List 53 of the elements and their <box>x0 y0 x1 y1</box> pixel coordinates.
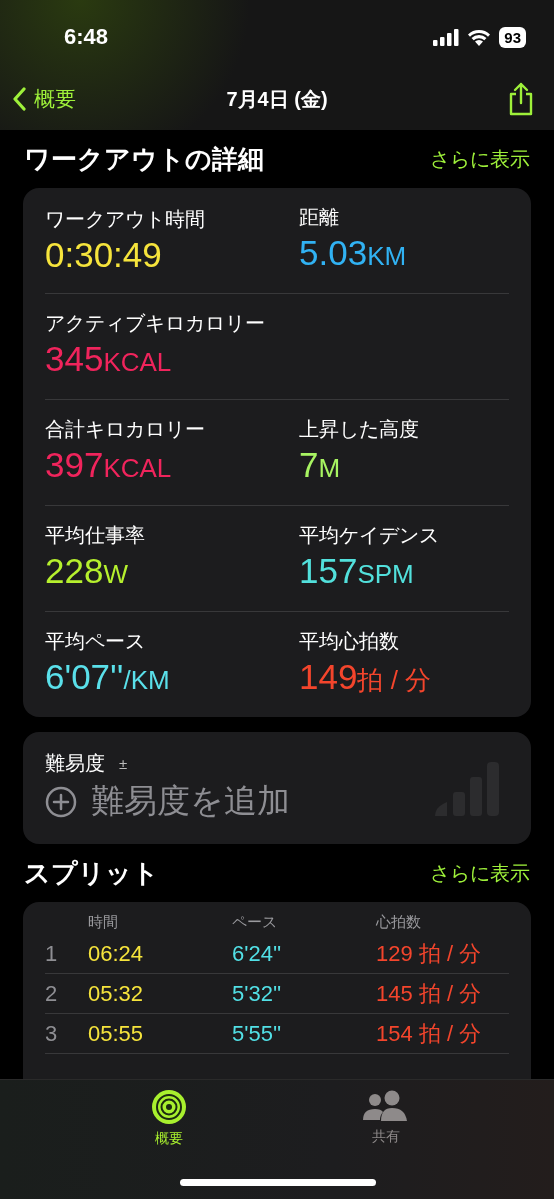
metric-label: 平均心拍数 <box>299 629 400 654</box>
plus-minus-icon: ± <box>119 755 128 772</box>
metric-value: 149拍 / 分 <box>299 656 433 698</box>
split-number: 3 <box>45 1020 59 1047</box>
split-time: 06:24 <box>88 940 145 967</box>
metric-label: ワークアウト時間 <box>45 206 206 232</box>
column-header: 心拍数 <box>376 912 422 932</box>
metric-label: 距離 <box>299 205 340 230</box>
show-more-link[interactable]: さらに表示 <box>430 859 530 887</box>
show-more-link[interactable]: さらに表示 <box>430 145 530 173</box>
split-number: 2 <box>45 980 59 1007</box>
plus-circle-icon <box>45 785 77 818</box>
metric-label: 平均ペース <box>45 629 146 654</box>
difficulty-label: 難易度 <box>45 751 105 776</box>
battery-level: 93 <box>499 26 526 48</box>
split-pace: 6'24'' <box>232 940 283 967</box>
metric-value: 397KCAL <box>45 444 173 486</box>
split-pace: 5'32'' <box>232 980 283 1007</box>
people-icon <box>362 1090 409 1122</box>
section-title: ワークアウトの詳細 <box>24 142 264 176</box>
column-header: ペース <box>232 912 278 932</box>
section-title: スプリット <box>24 856 159 890</box>
column-header: 時間 <box>88 912 119 932</box>
split-time: 05:55 <box>88 1020 145 1047</box>
metric-value: 6'07''/KM <box>45 656 171 698</box>
metric-value: 157SPM <box>299 550 415 592</box>
tab[interactable]: 共有 <box>340 1090 431 1148</box>
metric-label: 合計キロカロリー <box>45 417 206 442</box>
split-heart-rate: 145 拍 / 分 <box>376 979 483 1008</box>
add-difficulty-button[interactable]: 難易度を追加 <box>45 779 290 824</box>
wifi-icon <box>467 28 492 46</box>
share-icon[interactable] <box>508 82 534 116</box>
split-number: 1 <box>45 940 59 967</box>
chevron-left-icon <box>12 87 26 111</box>
signal-icon <box>433 28 460 46</box>
back-button[interactable]: 概要 <box>12 85 76 113</box>
split-heart-rate: 154 拍 / 分 <box>376 1019 483 1048</box>
metric-label: 平均ケイデンス <box>299 523 440 548</box>
metric-value: 5.03KM <box>299 232 408 274</box>
activity-rings-icon <box>151 1090 186 1124</box>
split-heart-rate: 129 拍 / 分 <box>376 939 483 968</box>
page-title: 7月4日 (金) <box>226 87 328 110</box>
split-pace: 5'55'' <box>232 1020 283 1047</box>
metric-label: 平均仕事率 <box>45 523 146 548</box>
metric-value: 0:30:49 <box>45 233 163 276</box>
metric-label: 上昇した高度 <box>299 417 420 442</box>
metric-value: 345KCAL <box>45 338 173 380</box>
metric-value: 228W <box>45 550 129 592</box>
tab[interactable]: 概要 <box>123 1090 214 1148</box>
metric-label: アクティブキロカロリー <box>45 311 266 336</box>
split-time: 05:32 <box>88 980 145 1007</box>
status-time: 6:48 <box>64 24 110 50</box>
metric-value: 7M <box>299 444 342 486</box>
